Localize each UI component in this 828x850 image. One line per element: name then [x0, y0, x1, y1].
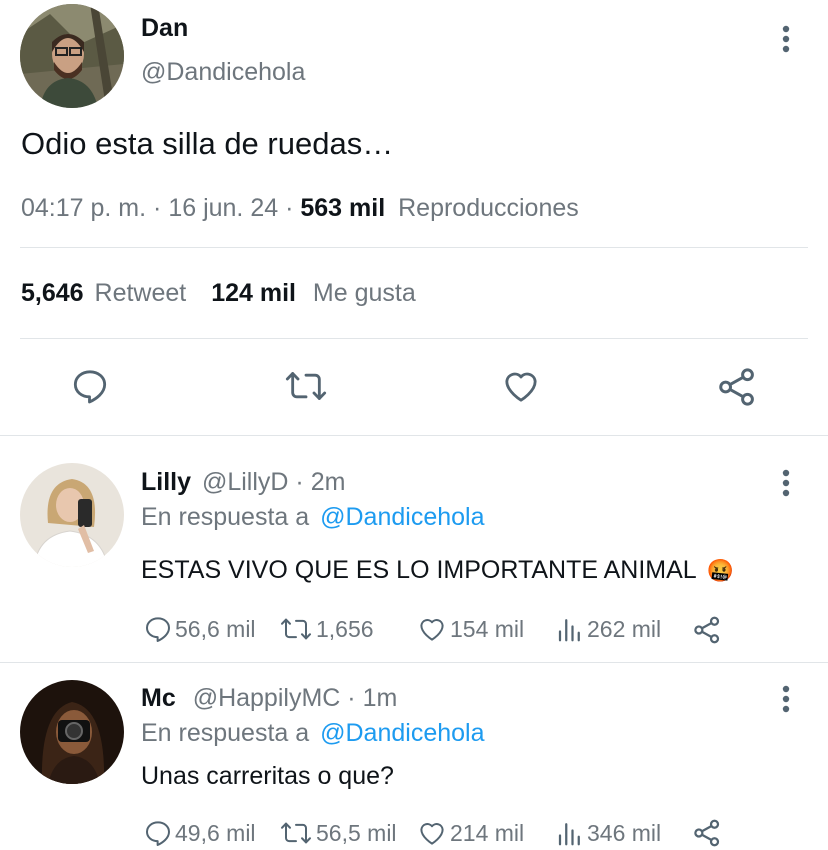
views-count-button[interactable]: 262 mil [555, 614, 661, 644]
reply-count: 56,6 mil [175, 615, 256, 642]
reply-text-content: ESTAS VIVO QUE ES LO IMPORTANTE ANIMAL [141, 556, 696, 584]
more-icon[interactable] [776, 468, 796, 498]
tweet-time[interactable]: 04:17 p. m. [21, 194, 146, 222]
share-button[interactable] [692, 615, 722, 645]
tweet-text: Odio esta silla de ruedas… [21, 126, 394, 161]
author-avatar[interactable] [20, 4, 124, 108]
replying-to: En respuesta a @Dandicehola [141, 719, 485, 748]
like-button[interactable] [500, 366, 542, 406]
likes-count[interactable]: 124 mil [211, 279, 296, 307]
header-separator: · [295, 468, 304, 496]
share-button[interactable] [692, 818, 722, 848]
retweets-count[interactable]: 5,646 [21, 279, 84, 307]
like-icon [420, 823, 444, 845]
reply-icon [146, 821, 170, 846]
divider [20, 338, 808, 339]
replying-to-link[interactable]: @Dandicehola [320, 719, 484, 747]
engagement-stats: 5,646 Retweet 124 mil Me gusta [21, 279, 416, 308]
views-count-button[interactable]: 346 mil [555, 818, 661, 848]
share-icon [694, 616, 720, 644]
divider [0, 435, 828, 436]
replying-to: En respuesta a @Dandicehola [141, 503, 485, 532]
views-icon [558, 619, 580, 642]
reply-avatar[interactable] [20, 680, 124, 784]
reply-text: ESTAS VIVO QUE ES LO IMPORTANTE ANIMAL 🤬 [141, 556, 734, 585]
reply-time[interactable]: 1m [363, 684, 398, 712]
replying-to-prefix: En respuesta a [141, 503, 310, 531]
tweet-meta: 04:17 p. m. · 16 jun. 24 · 563 mil Repro… [21, 194, 579, 223]
retweet-count: 56,5 mil [316, 819, 397, 846]
reply-author-name[interactable]: Mc [141, 684, 176, 712]
retweet-count: 1,656 [316, 615, 374, 642]
reply-author-handle[interactable]: @HappilyMC [193, 684, 341, 712]
reply-icon [73, 370, 107, 404]
divider [0, 662, 828, 663]
views-count: 563 mil [300, 194, 386, 222]
replying-to-link[interactable]: @Dandicehola [320, 503, 484, 531]
reply-author-handle[interactable]: @LillyD [202, 468, 289, 496]
likes-label[interactable]: Me gusta [313, 279, 416, 307]
reply-icon [146, 617, 170, 642]
share-icon [719, 368, 754, 406]
angry-face-emoji: 🤬 [706, 558, 735, 583]
retweet-icon [285, 372, 327, 400]
views-count: 262 mil [587, 615, 662, 642]
views-icon [558, 823, 580, 846]
retweet-button[interactable] [284, 366, 328, 406]
retweet-count-button[interactable]: 1,656 [278, 614, 374, 644]
like-count: 154 mil [450, 615, 525, 642]
views-label: Reproducciones [398, 194, 579, 222]
reply-avatar[interactable] [20, 463, 124, 567]
header-separator: · [347, 684, 356, 712]
like-count-button[interactable]: 214 mil [416, 818, 524, 848]
tweet-date[interactable]: 16 jun. 24 [168, 194, 278, 222]
reply-count-button[interactable]: 49,6 mil [143, 818, 256, 848]
meta-separator: · [285, 194, 294, 222]
reply-button[interactable] [70, 366, 110, 406]
meta-separator: · [153, 194, 162, 222]
reply-count: 49,6 mil [175, 819, 256, 846]
reply-text: Unas carreritas o que? [141, 762, 394, 790]
like-count: 214 mil [450, 819, 525, 846]
retweets-label[interactable]: Retweet [95, 279, 187, 307]
more-icon[interactable] [776, 684, 796, 714]
like-count-button[interactable]: 154 mil [416, 614, 524, 644]
share-button[interactable] [716, 366, 758, 408]
share-icon [694, 819, 720, 847]
views-count: 346 mil [587, 819, 662, 846]
reply-header: Lilly @LillyD · 2m [141, 468, 345, 497]
retweet-icon [281, 618, 311, 640]
reply-time[interactable]: 2m [311, 468, 346, 496]
like-icon [420, 619, 444, 641]
author-name[interactable]: Dan [141, 14, 188, 43]
reply-count-button[interactable]: 56,6 mil [143, 614, 256, 644]
author-handle[interactable]: @Dandicehola [141, 58, 305, 87]
reply-header: Mc @HappilyMC · 1m [141, 684, 397, 713]
retweet-icon [281, 822, 311, 844]
retweet-count-button[interactable]: 56,5 mil [278, 818, 397, 848]
more-icon[interactable] [776, 24, 796, 54]
reply-author-name[interactable]: Lilly [141, 468, 191, 496]
like-icon [505, 372, 537, 402]
divider [20, 247, 808, 248]
replying-to-prefix: En respuesta a [141, 719, 310, 747]
